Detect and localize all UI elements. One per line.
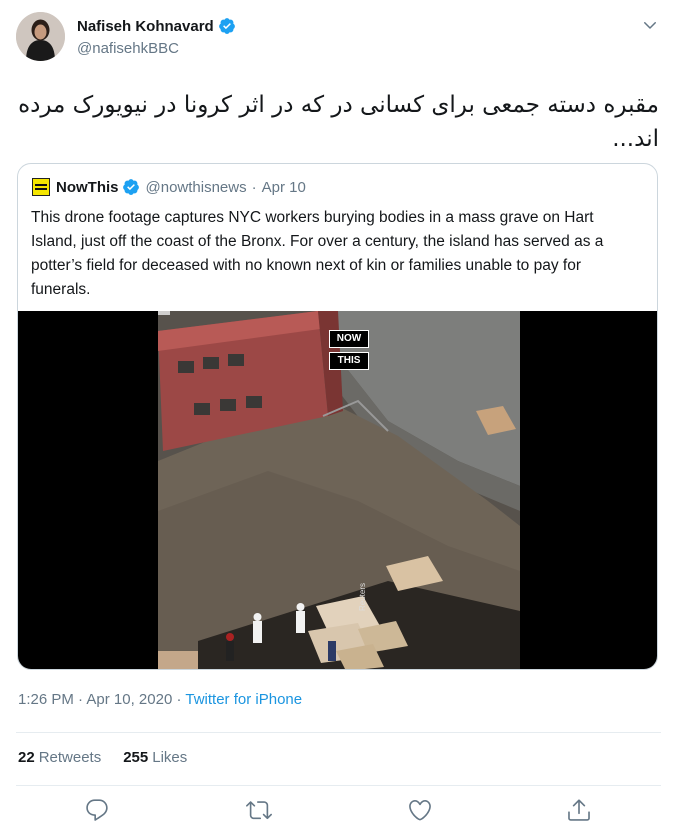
quoted-video[interactable]: NOW THIS Reuters: [18, 311, 657, 669]
tweet-actions: [0, 797, 677, 831]
tweet-date[interactable]: Apr 10, 2020: [86, 691, 172, 708]
avatar[interactable]: [16, 12, 65, 61]
verified-badge-icon: [218, 18, 235, 34]
nowthis-logo-icon: [32, 178, 50, 196]
author-handle[interactable]: @nafisehkBBC: [77, 40, 179, 57]
likes-label: Likes: [152, 749, 188, 766]
tweet-timestamp: 1:26 PM · Apr 10, 2020 · Twitter for iPh…: [18, 691, 302, 708]
watermark-this: THIS: [329, 352, 369, 370]
share-icon[interactable]: [566, 797, 592, 823]
likes-stat[interactable]: 255 Likes: [123, 749, 187, 766]
author-name[interactable]: Nafiseh Kohnavard: [77, 18, 214, 35]
meta-separator: ·: [78, 691, 84, 708]
tweet-source-link[interactable]: Twitter for iPhone: [185, 691, 302, 708]
retweets-stat[interactable]: 22 Retweets: [18, 749, 101, 766]
watermark-now: NOW: [329, 330, 369, 348]
quoted-date: Apr 10: [261, 178, 306, 196]
quoted-tweet-card[interactable]: NowThis @nowthisnews · Apr 10 This drone…: [17, 163, 658, 670]
nowthis-watermark: NOW THIS: [329, 330, 369, 370]
quoted-tweet-header: NowThis @nowthisnews · Apr 10: [32, 178, 306, 196]
video-credit: Reuters: [358, 582, 367, 611]
divider: [16, 785, 661, 786]
verified-badge-icon: [122, 179, 139, 195]
meta-separator: ·: [176, 691, 182, 708]
chevron-down-icon[interactable]: [641, 16, 659, 34]
author-name-row[interactable]: Nafiseh Kohnavard: [77, 17, 236, 35]
likes-count: 255: [123, 749, 149, 766]
heart-icon[interactable]: [407, 797, 433, 823]
retweets-count: 22: [18, 749, 35, 766]
quoted-author-handle: @nowthisnews: [145, 178, 247, 196]
divider: [16, 732, 661, 733]
meta-separator: ·: [251, 178, 257, 196]
retweets-label: Retweets: [38, 749, 102, 766]
quoted-author-name: NowThis: [56, 178, 119, 196]
quoted-tweet-text: This drone footage captures NYC workers …: [31, 209, 604, 298]
retweet-icon[interactable]: [246, 797, 272, 823]
reply-icon[interactable]: [84, 797, 110, 823]
tweet-time[interactable]: 1:26 PM: [18, 691, 74, 708]
tweet-stats: 22 Retweets 255 Likes: [18, 749, 187, 766]
tweet-text: مقبره دسته جمعی برای کسانی در که در اثر …: [18, 92, 659, 152]
